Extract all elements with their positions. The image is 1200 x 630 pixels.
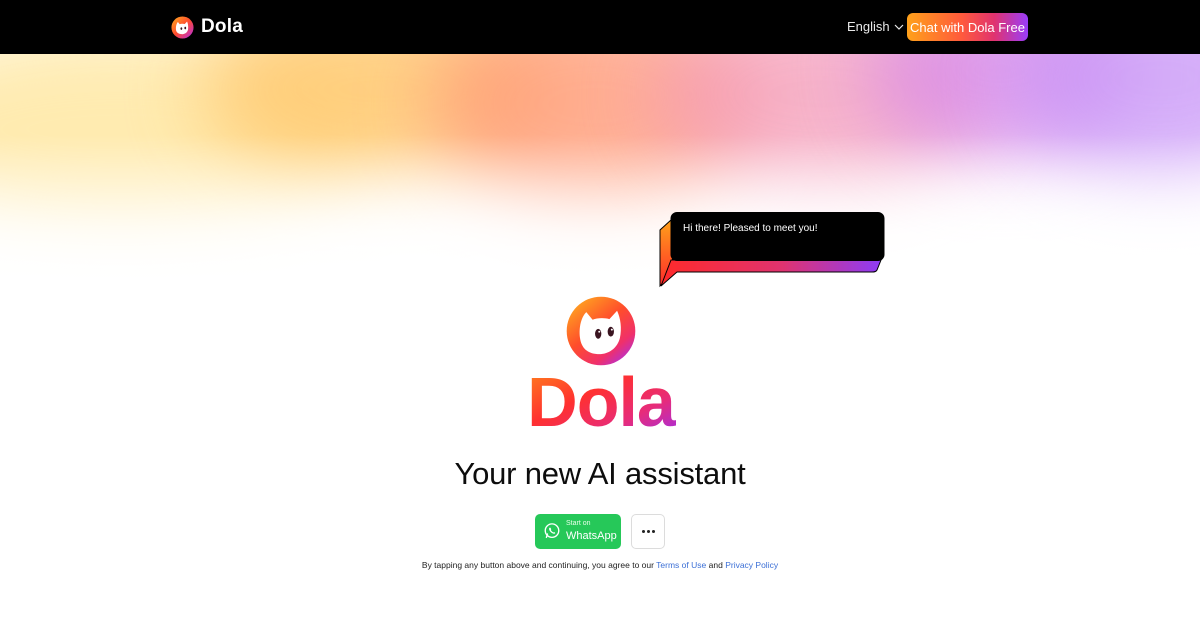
- more-horizontal-icon: [641, 530, 645, 533]
- dola-wordmark: Dola: [527, 364, 676, 436]
- brand-home-link[interactable]: Dola: [171, 15, 243, 39]
- chat-with-dola-button[interactable]: Chat with Dola Free: [907, 13, 1028, 41]
- whatsapp-icon: [544, 523, 560, 539]
- greeting-speech-bubble: Hi there! Pleased to meet you!: [659, 212, 887, 288]
- brand-name: Dola: [201, 16, 243, 37]
- legal-joiner: and: [708, 560, 723, 570]
- chevron-down-icon: [894, 24, 904, 30]
- terms-of-use-link[interactable]: Terms of Use: [656, 560, 706, 570]
- whatsapp-button-label: WhatsApp: [566, 530, 617, 542]
- hero-gradient-background: [0, 54, 1200, 284]
- language-selector[interactable]: English: [847, 19, 904, 34]
- top-navigation-bar: Dola English Chat with Dola Free: [0, 0, 1200, 54]
- more-options-button[interactable]: [631, 514, 665, 549]
- language-label: English: [847, 19, 890, 34]
- greeting-text: Hi there! Pleased to meet you!: [683, 223, 818, 234]
- whatsapp-button-caption: Start on: [566, 520, 591, 527]
- privacy-policy-link[interactable]: Privacy Policy: [725, 560, 778, 570]
- dola-mascot-icon: [566, 296, 636, 366]
- legal-prefix: By tapping any button above and continui…: [421, 560, 654, 570]
- start-on-whatsapp-button[interactable]: Start on WhatsApp: [535, 514, 621, 549]
- dola-logo-icon: [171, 15, 194, 39]
- wordmark-text: Dola: [527, 364, 676, 436]
- hero-tagline: Your new AI assistant: [454, 456, 746, 491]
- legal-notice: By tapping any button above and continui…: [0, 560, 1200, 570]
